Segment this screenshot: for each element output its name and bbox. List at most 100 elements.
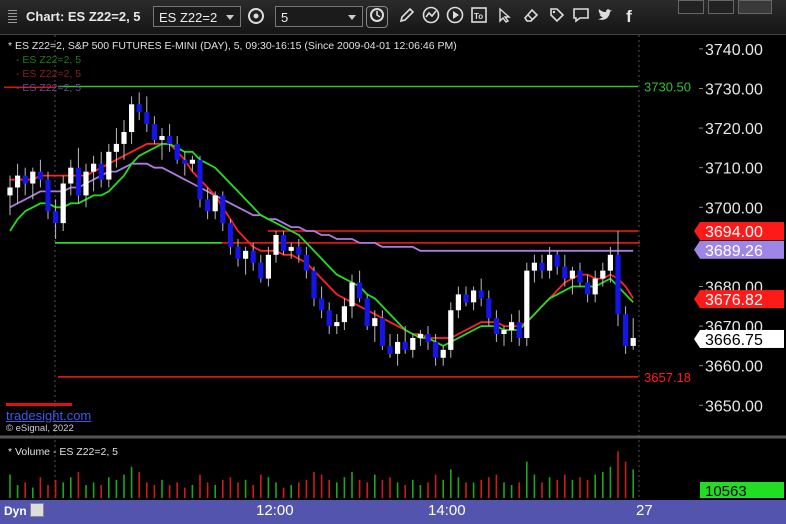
candle bbox=[562, 266, 568, 279]
candle bbox=[410, 337, 416, 350]
price-tag-label-2: 3676.82 bbox=[705, 292, 763, 309]
level-label-0: 3730.50 bbox=[644, 79, 691, 94]
volume-bar bbox=[442, 479, 444, 498]
copyright-text: © eSignal, 2022 bbox=[6, 423, 74, 434]
candle bbox=[182, 159, 188, 164]
volume-bar bbox=[115, 479, 118, 498]
candle bbox=[319, 298, 325, 311]
volume-bar bbox=[617, 451, 619, 498]
volume-bar bbox=[92, 482, 95, 498]
volume-bar bbox=[495, 474, 498, 498]
y-tick-label-0: 3740.00 bbox=[705, 42, 763, 59]
volume-bar bbox=[548, 477, 551, 498]
candle bbox=[539, 262, 545, 271]
volume-bar bbox=[336, 482, 338, 498]
volume-bar bbox=[267, 477, 270, 498]
candle bbox=[121, 132, 127, 144]
volume-bar bbox=[602, 472, 604, 498]
candle bbox=[83, 171, 89, 196]
candle bbox=[501, 330, 507, 335]
time-label-1: 12:00 bbox=[256, 502, 294, 519]
volume-bar bbox=[313, 472, 315, 498]
candle bbox=[75, 167, 81, 196]
candle bbox=[15, 175, 21, 188]
candle bbox=[227, 223, 233, 247]
candle bbox=[607, 254, 613, 271]
volume-bar bbox=[624, 461, 627, 498]
candle bbox=[22, 175, 28, 184]
volume-bar bbox=[32, 487, 34, 498]
volume-bar bbox=[176, 482, 178, 498]
volume-bar bbox=[24, 482, 26, 498]
candle bbox=[303, 254, 309, 271]
volume-bar bbox=[168, 485, 171, 498]
volume-bar bbox=[541, 482, 543, 498]
volume-bar bbox=[229, 477, 232, 498]
volume-tag-label: 10563 bbox=[705, 483, 747, 500]
volume-bar bbox=[366, 482, 368, 498]
volume-bar bbox=[146, 482, 148, 498]
volume-bar bbox=[488, 477, 490, 498]
candle bbox=[440, 349, 446, 358]
candle bbox=[600, 270, 606, 279]
time-axis[interactable]: Dyn 12:00 14:00 27 bbox=[0, 500, 786, 524]
y-tick-label-8: 3660.00 bbox=[705, 359, 763, 376]
candle bbox=[577, 270, 583, 283]
candle bbox=[205, 199, 211, 212]
y-tick-label-2: 3720.00 bbox=[705, 121, 763, 138]
candle bbox=[478, 290, 484, 299]
candle bbox=[585, 282, 591, 295]
time-label-2: 14:00 bbox=[428, 502, 466, 519]
candle bbox=[630, 337, 636, 346]
candle bbox=[113, 143, 119, 152]
candle bbox=[30, 171, 36, 184]
volume-bar bbox=[419, 485, 422, 498]
candle bbox=[387, 345, 393, 354]
dyn-label[interactable]: Dyn bbox=[4, 504, 27, 518]
candle bbox=[68, 167, 74, 184]
volume-bar bbox=[343, 477, 346, 498]
volume-bar bbox=[130, 466, 133, 498]
candle bbox=[372, 318, 378, 327]
volume-bar bbox=[305, 479, 308, 498]
volume-bar bbox=[556, 479, 558, 498]
volume-bar bbox=[533, 474, 536, 498]
overlay-label-1: - ES Z22=2, 5 bbox=[16, 54, 82, 66]
candle bbox=[425, 334, 431, 342]
candle bbox=[159, 135, 165, 140]
candle bbox=[311, 270, 317, 299]
candle bbox=[243, 250, 249, 259]
candle bbox=[623, 314, 629, 346]
candle bbox=[395, 341, 401, 354]
volume-bar bbox=[457, 477, 460, 498]
candle bbox=[106, 151, 112, 180]
candle bbox=[448, 310, 454, 350]
volume-bar bbox=[586, 479, 589, 498]
candle bbox=[189, 159, 195, 164]
candle bbox=[516, 322, 522, 338]
candle bbox=[334, 322, 340, 327]
volume-bar bbox=[85, 485, 87, 498]
y-tick-label-9: 3650.00 bbox=[705, 398, 763, 415]
lock-icon[interactable] bbox=[30, 503, 44, 517]
candle bbox=[531, 262, 537, 271]
overlay-label-2: - ES Z22=2, 5 bbox=[16, 68, 82, 80]
candle bbox=[592, 278, 598, 295]
tradesight-link[interactable]: tradesight.com bbox=[6, 408, 91, 423]
price-chart[interactable]: 3730.50 3657.18 3740.00 3730.00 3720.00 3710… bbox=[0, 0, 786, 500]
volume-bar bbox=[503, 482, 505, 498]
volume-bar bbox=[123, 474, 125, 498]
volume-bar bbox=[153, 485, 156, 498]
candle bbox=[7, 187, 13, 196]
volume-bar bbox=[632, 469, 634, 498]
candle bbox=[60, 183, 66, 224]
volume-bar bbox=[77, 472, 80, 498]
volume-bar bbox=[244, 479, 247, 498]
level-label-1: 3657.18 bbox=[644, 370, 691, 385]
volume-bar bbox=[427, 482, 429, 498]
candle bbox=[273, 235, 279, 255]
volume-bar bbox=[518, 482, 520, 498]
candle bbox=[379, 318, 385, 346]
volume-bar bbox=[465, 482, 467, 498]
volume-bar bbox=[579, 477, 581, 498]
